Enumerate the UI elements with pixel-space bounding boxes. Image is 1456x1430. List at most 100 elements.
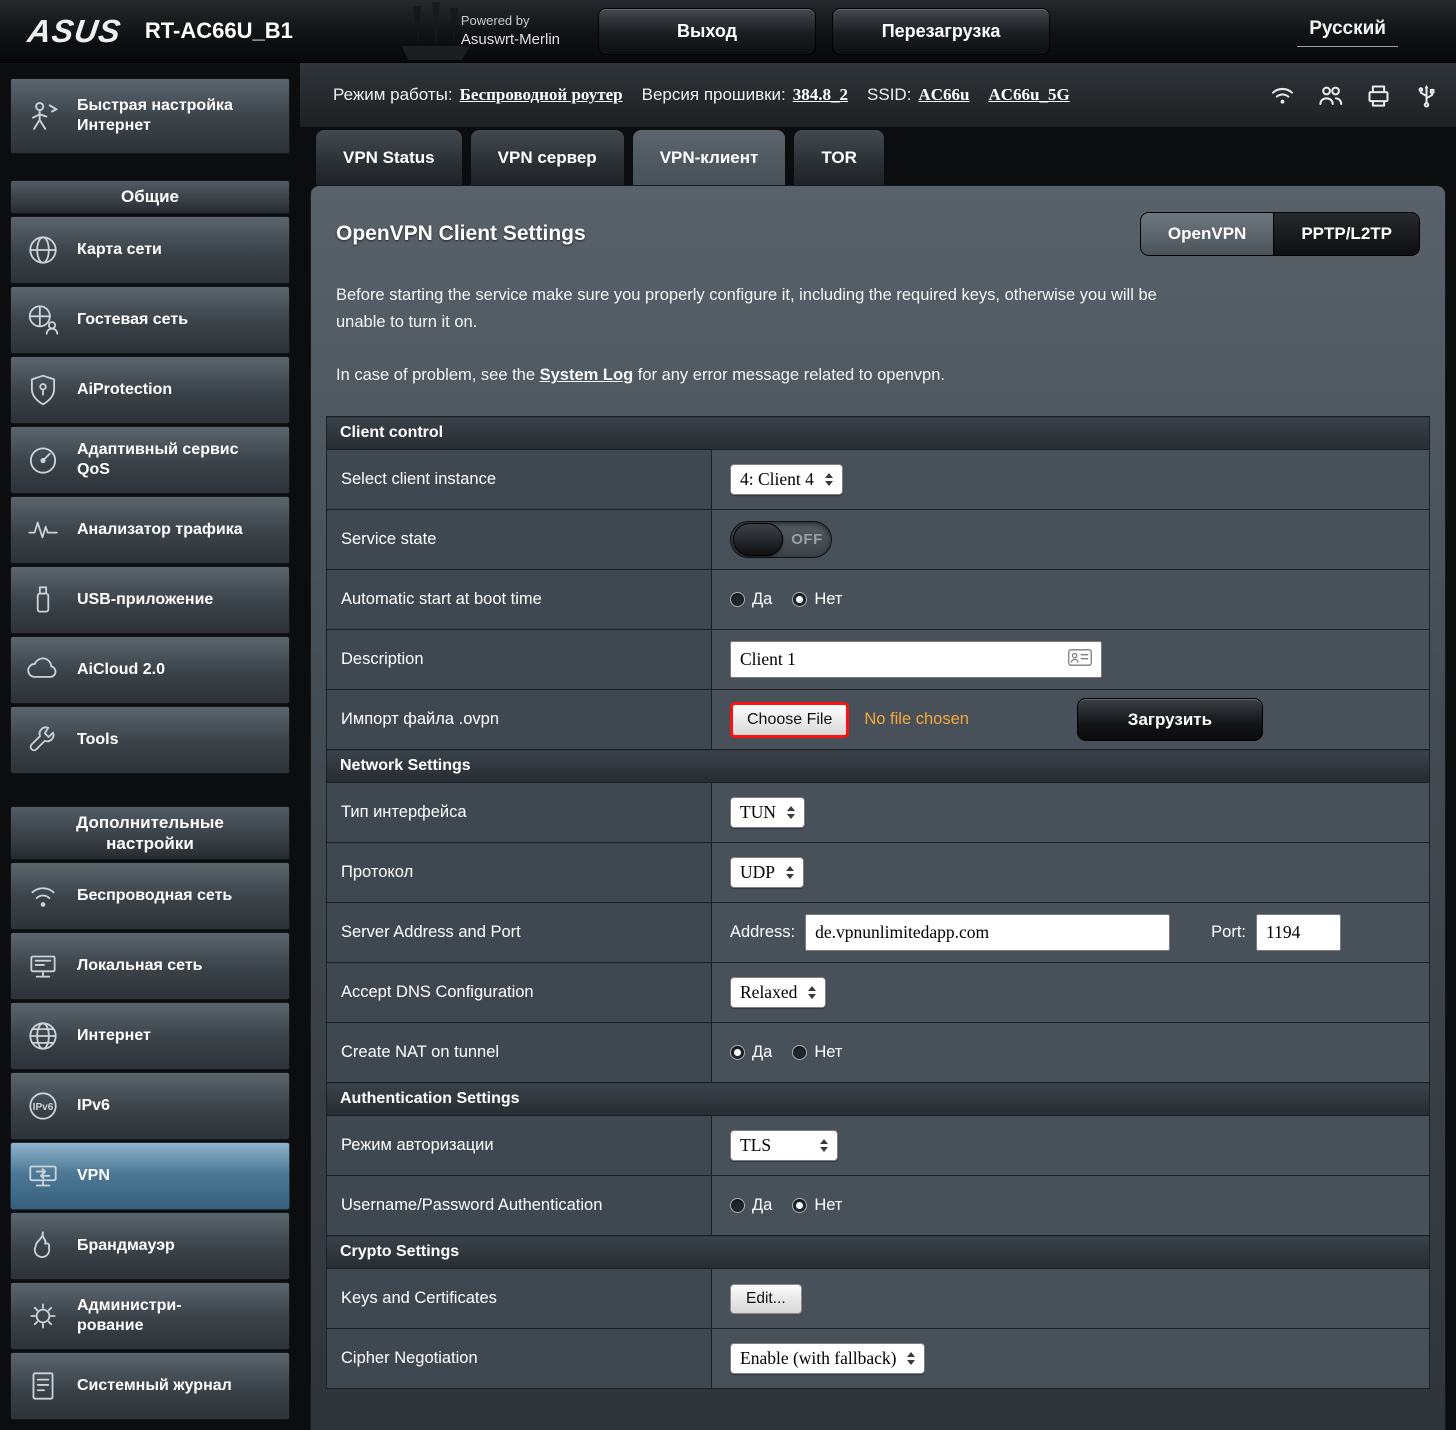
tools-icon [17, 722, 69, 758]
select-arrows-icon [787, 806, 795, 819]
sidebar-item-traffic-analyzer[interactable]: Анализатор трафика [10, 496, 290, 564]
sidebar-item-ipv6[interactable]: IPv6 IPv6 [10, 1072, 290, 1140]
client-instance-label: Select client instance [327, 450, 712, 510]
server-address-input[interactable]: de.vpnunlimitedapp.com [805, 914, 1170, 951]
ipv6-icon: IPv6 [17, 1088, 69, 1124]
auth-mode-select[interactable]: TLS [730, 1130, 838, 1161]
edit-keys-button[interactable]: Edit... [730, 1284, 802, 1314]
sidebar-item-tools[interactable]: Tools [10, 706, 290, 774]
sidebar-item-qos[interactable]: Адаптивный сервис QoS [10, 426, 290, 494]
sidebar-item-system-log[interactable]: Системный журнал [10, 1352, 290, 1420]
sidebar-item-wireless[interactable]: Беспроводная сеть [10, 862, 290, 930]
toggle-state-text: OFF [783, 531, 831, 548]
port-value: 1194 [1266, 922, 1300, 943]
usb-icon[interactable] [1413, 82, 1440, 109]
boot-start-yes-radio[interactable] [730, 592, 745, 607]
radio-no-label: Нет [814, 590, 842, 609]
sidebar-item-label: Брандмауэр [77, 1236, 175, 1256]
radio-no-label: Нет [814, 1196, 842, 1215]
ssid-5-link[interactable]: AC66u_5G [988, 85, 1069, 105]
sidebar-item-wan[interactable]: Интернет [10, 1002, 290, 1070]
system-log-link[interactable]: System Log [540, 366, 634, 384]
sidebar-item-usb-application[interactable]: USB-приложение [10, 566, 290, 634]
clients-icon[interactable] [1317, 82, 1344, 109]
openvpn-toggle-button[interactable]: OpenVPN [1141, 213, 1273, 255]
sidebar-item-label: Интернет [77, 1026, 151, 1046]
userpass-no-radio[interactable] [792, 1198, 807, 1213]
reboot-button[interactable]: Перезагрузка [832, 8, 1050, 55]
operation-mode-link[interactable]: Беспроводной роутер [460, 85, 623, 105]
logout-button[interactable]: Выход [598, 8, 816, 55]
intro-text: Before starting the service make sure yo… [336, 282, 1158, 335]
sidebar-item-label: IPv6 [77, 1096, 110, 1116]
sidebar-item-firewall[interactable]: Брандмауэр [10, 1212, 290, 1280]
choose-file-button[interactable]: Choose File [730, 702, 849, 738]
sidebar-item-administration[interactable]: Администри- рование [10, 1282, 290, 1350]
sidebar-section-advanced: Дополнительные настройки [10, 806, 290, 860]
description-label: Description [327, 630, 712, 690]
description-input[interactable]: Client 1 [730, 641, 1102, 678]
language-selector[interactable]: Русский [1297, 16, 1398, 47]
sidebar-item-label: Карта сети [77, 240, 162, 260]
sidebar-item-label: Tools [77, 730, 118, 750]
pptp-l2tp-toggle-button[interactable]: PPTP/L2TP [1273, 213, 1419, 255]
sidebar-item-label: Администри- рование [77, 1296, 182, 1336]
create-nat-label: Create NAT on tunnel [327, 1023, 712, 1083]
interface-type-select[interactable]: TUN [730, 797, 805, 828]
contact-autofill-icon[interactable] [1068, 649, 1092, 671]
description-value: Client 1 [740, 649, 796, 670]
sidebar-item-label: Быстрая настройка Интернет [77, 96, 273, 136]
tab-tor[interactable]: TOR [793, 129, 885, 185]
status-bar: Режим работы: Беспроводной роутер Версия… [300, 63, 1456, 127]
intro2-after: for any error message related to openvpn… [633, 366, 945, 384]
section-client-control: Client control [327, 417, 1430, 450]
sidebar-item-aiprotection[interactable]: AiProtection [10, 356, 290, 424]
svg-text:IPv6: IPv6 [33, 1102, 54, 1113]
service-state-toggle[interactable]: OFF [730, 521, 832, 558]
protocol-select[interactable]: UDP [730, 857, 804, 888]
select-arrows-icon [820, 1139, 828, 1152]
sidebar-item-label: Анализатор трафика [77, 520, 243, 540]
tab-bar: VPN Status VPN сервер VPN-клиент TOR [300, 127, 1456, 185]
upload-button[interactable]: Загрузить [1077, 698, 1263, 741]
traffic-analyzer-icon [17, 512, 69, 548]
wifi-icon[interactable] [1269, 82, 1296, 109]
sidebar-item-aicloud[interactable]: AiCloud 2.0 [10, 636, 290, 704]
userpass-auth-label: Username/Password Authentication [327, 1176, 712, 1236]
cipher-negotiation-select[interactable]: Enable (with fallback) [730, 1343, 925, 1374]
auth-mode-value: TLS [740, 1135, 771, 1156]
usb-app-icon [17, 582, 69, 618]
firmware-version-link[interactable]: 384.8_2 [793, 85, 848, 105]
no-file-chosen-text: No file chosen [864, 710, 969, 729]
radio-yes-label: Да [752, 1043, 772, 1062]
sidebar-item-vpn[interactable]: VPN [10, 1142, 290, 1210]
aicloud-icon [17, 652, 69, 688]
toggle-knob [733, 523, 783, 556]
router-image [388, 0, 483, 67]
qos-icon [17, 442, 69, 478]
client-instance-select[interactable]: 4: Client 4 [730, 464, 843, 495]
create-nat-yes-radio[interactable] [730, 1045, 745, 1060]
lan-icon [17, 948, 69, 984]
accept-dns-select[interactable]: Relaxed [730, 977, 826, 1008]
create-nat-no-radio[interactable] [792, 1045, 807, 1060]
server-address-value: de.vpnunlimitedapp.com [815, 922, 989, 943]
sidebar-item-guest-network[interactable]: Гостевая сеть [10, 286, 290, 354]
network-map-icon [17, 232, 69, 268]
address-label: Address: [730, 923, 795, 942]
tab-vpn-server[interactable]: VPN сервер [470, 129, 625, 185]
sidebar-item-quick-setup[interactable]: Быстрая настройка Интернет [10, 78, 290, 154]
sidebar-item-lan[interactable]: Локальная сеть [10, 932, 290, 1000]
content-panel: OpenVPN Client Settings OpenVPN PPTP/L2T… [310, 185, 1446, 1430]
printer-icon[interactable] [1365, 82, 1392, 109]
sidebar-item-network-map[interactable]: Карта сети [10, 216, 290, 284]
select-arrows-icon [808, 986, 816, 999]
ssid-24-link[interactable]: AC66u [918, 85, 969, 105]
port-input[interactable]: 1194 [1256, 914, 1341, 951]
tab-vpn-status[interactable]: VPN Status [315, 129, 463, 185]
quick-setup-icon [17, 97, 69, 135]
tab-vpn-client[interactable]: VPN-клиент [632, 129, 787, 185]
client-instance-value: 4: Client 4 [740, 469, 814, 490]
userpass-yes-radio[interactable] [730, 1198, 745, 1213]
boot-start-no-radio[interactable] [792, 592, 807, 607]
